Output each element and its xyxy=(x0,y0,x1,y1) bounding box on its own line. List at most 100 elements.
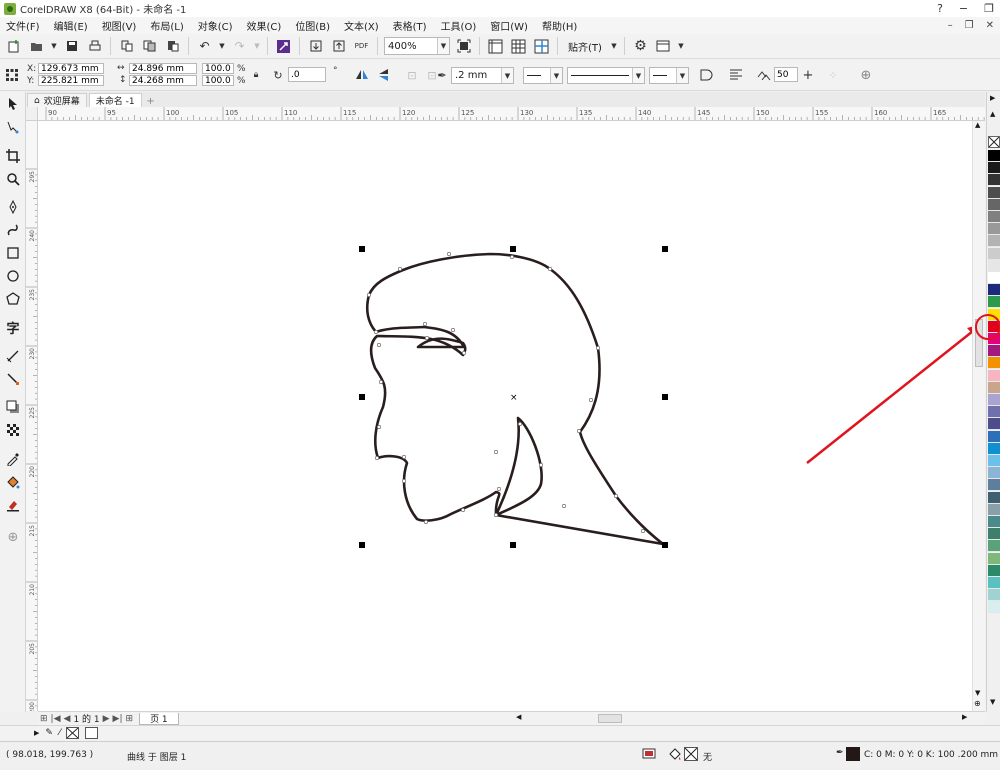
doc-close-icon[interactable]: ✕ xyxy=(986,20,994,31)
transparency-tool-icon[interactable] xyxy=(4,421,22,439)
copy-icon[interactable] xyxy=(140,37,159,56)
no-color-swatch[interactable] xyxy=(988,136,1000,148)
application-launcher-icon[interactable] xyxy=(654,37,673,56)
connector-tool-icon[interactable] xyxy=(4,370,22,388)
search-content-icon[interactable] xyxy=(274,37,293,56)
color-swatch[interactable] xyxy=(988,247,1000,260)
color-swatch[interactable] xyxy=(988,296,1000,309)
selection-center-marker[interactable]: × xyxy=(510,393,518,403)
hscroll-right-icon[interactable]: ▶ xyxy=(962,713,967,721)
rectangle-tool-icon[interactable] xyxy=(4,244,22,262)
ellipse-tool-icon[interactable] xyxy=(4,267,22,285)
help-window-icon[interactable]: ? xyxy=(937,2,943,15)
color-swatch[interactable] xyxy=(988,345,1000,358)
color-swatch[interactable] xyxy=(988,272,1000,284)
color-swatch[interactable] xyxy=(988,528,1000,541)
menu-object[interactable]: 对象(C) xyxy=(198,18,233,33)
page-tab-1[interactable]: 页 1 xyxy=(139,712,179,725)
open-folder-icon[interactable] xyxy=(27,37,46,56)
menu-tools[interactable]: 工具(O) xyxy=(441,18,477,33)
doc-palette-pen-icon[interactable]: ✎ xyxy=(45,728,53,738)
color-swatch[interactable] xyxy=(988,259,1000,272)
freehand-tool-icon[interactable] xyxy=(4,198,22,216)
show-guidelines-icon[interactable] xyxy=(532,37,551,56)
first-page-icon[interactable]: |◀ xyxy=(51,714,61,724)
start-arrowhead-select[interactable]: ▼ xyxy=(523,67,563,84)
color-swatch[interactable] xyxy=(988,284,1000,297)
menu-text[interactable]: 文本(X) xyxy=(344,18,379,33)
close-path-icon[interactable] xyxy=(698,67,714,83)
prev-page-icon[interactable]: ◀ xyxy=(64,714,71,724)
eyedropper-tool-icon[interactable] xyxy=(4,450,22,468)
full-screen-icon[interactable] xyxy=(454,37,473,56)
palette-scroll-up-icon[interactable]: ▶ xyxy=(990,94,995,102)
object-height-field[interactable] xyxy=(129,75,197,86)
artistic-media-tool-icon[interactable] xyxy=(4,221,22,239)
smart-fill-tool-icon[interactable] xyxy=(4,496,22,514)
color-swatch[interactable] xyxy=(988,369,1000,382)
color-swatch[interactable] xyxy=(988,430,1000,443)
color-proof-icon[interactable] xyxy=(642,747,656,764)
scroll-down-icon[interactable]: ▼ xyxy=(975,689,980,697)
doc-minimize-icon[interactable]: – xyxy=(948,20,953,31)
color-swatch[interactable] xyxy=(988,162,1000,175)
menu-table[interactable]: 表格(T) xyxy=(393,18,427,33)
edit-nodes-icon[interactable]: ⁘ xyxy=(825,67,841,83)
color-swatch[interactable] xyxy=(988,174,1000,187)
doc-restore-icon[interactable]: ❐ xyxy=(965,20,974,31)
color-swatch[interactable] xyxy=(988,223,1000,236)
open-dropdown-icon[interactable]: ▼ xyxy=(50,37,58,56)
new-document-icon[interactable] xyxy=(4,37,23,56)
palette-up-icon[interactable]: ▲ xyxy=(990,110,995,118)
restore-icon[interactable]: ❐ xyxy=(984,2,994,15)
object-width-field[interactable] xyxy=(129,63,197,74)
next-page-icon[interactable]: ▶ xyxy=(103,714,110,724)
vertical-scrollbar[interactable]: ▲ ▼ ⊕ xyxy=(972,121,985,711)
menu-window[interactable]: 窗口(W) xyxy=(490,18,528,33)
convert-to-curve-icon[interactable]: ⊡ xyxy=(404,67,420,83)
menu-help[interactable]: 帮助(H) xyxy=(542,18,577,33)
doc-palette-no-color[interactable] xyxy=(66,727,80,739)
menu-layout[interactable]: 布局(L) xyxy=(150,18,183,33)
color-swatch[interactable] xyxy=(988,552,1000,565)
menu-edit[interactable]: 编辑(E) xyxy=(54,18,88,33)
outline-width-select[interactable]: .2 mm ▼ xyxy=(451,67,514,84)
color-swatch[interactable] xyxy=(988,394,1000,406)
text-tool-icon[interactable]: 字 xyxy=(4,318,22,337)
import-icon[interactable] xyxy=(306,37,325,56)
line-style-select[interactable]: ▼ xyxy=(567,67,645,84)
color-swatch[interactable] xyxy=(988,577,1000,589)
scale-y-field[interactable] xyxy=(202,75,234,86)
redo-icon[interactable]: ↷ xyxy=(230,37,249,56)
menu-bitmap[interactable]: 位图(B) xyxy=(295,18,330,33)
zoom-tool-icon[interactable] xyxy=(4,170,22,188)
hscroll-left-icon[interactable]: ◀ xyxy=(516,713,521,721)
color-swatch[interactable] xyxy=(988,564,1000,577)
color-swatch[interactable] xyxy=(988,491,1000,504)
drawing-canvas[interactable]: × xyxy=(38,121,985,711)
last-page-icon[interactable]: ▶| xyxy=(113,714,123,724)
color-swatch[interactable] xyxy=(988,540,1000,553)
menu-file[interactable]: 文件(F) xyxy=(6,18,40,33)
add-property-icon[interactable]: ⊕ xyxy=(858,67,874,83)
launcher-dropdown-icon[interactable]: ▼ xyxy=(677,37,685,56)
snap-dropdown-icon[interactable]: ▼ xyxy=(610,37,618,56)
color-swatch[interactable] xyxy=(988,198,1000,211)
crop-tool-icon[interactable] xyxy=(4,147,22,165)
end-arrowhead-select[interactable]: ▼ xyxy=(649,67,689,84)
smoothing-slider-icon[interactable]: + xyxy=(800,67,816,83)
doc-palette-white-swatch[interactable] xyxy=(85,727,99,739)
tab-document[interactable]: 未命名 -1 xyxy=(88,93,142,107)
paste-icon[interactable] xyxy=(163,37,182,56)
interactive-fill-tool-icon[interactable] xyxy=(4,473,22,491)
add-page-before-icon[interactable]: ⊞ xyxy=(40,714,48,724)
mirror-vertical-icon[interactable] xyxy=(376,67,392,83)
print-icon[interactable] xyxy=(85,37,104,56)
color-swatch[interactable] xyxy=(988,455,1000,467)
zoom-level-select[interactable]: 400% ▼ xyxy=(384,37,450,55)
fill-none-swatch[interactable] xyxy=(684,747,698,761)
color-swatch[interactable] xyxy=(988,406,1000,419)
publish-pdf-icon[interactable]: PDF xyxy=(352,37,371,56)
scale-x-field[interactable] xyxy=(202,63,234,74)
tab-welcome-screen[interactable]: ⌂ 欢迎屏幕 xyxy=(27,93,87,107)
